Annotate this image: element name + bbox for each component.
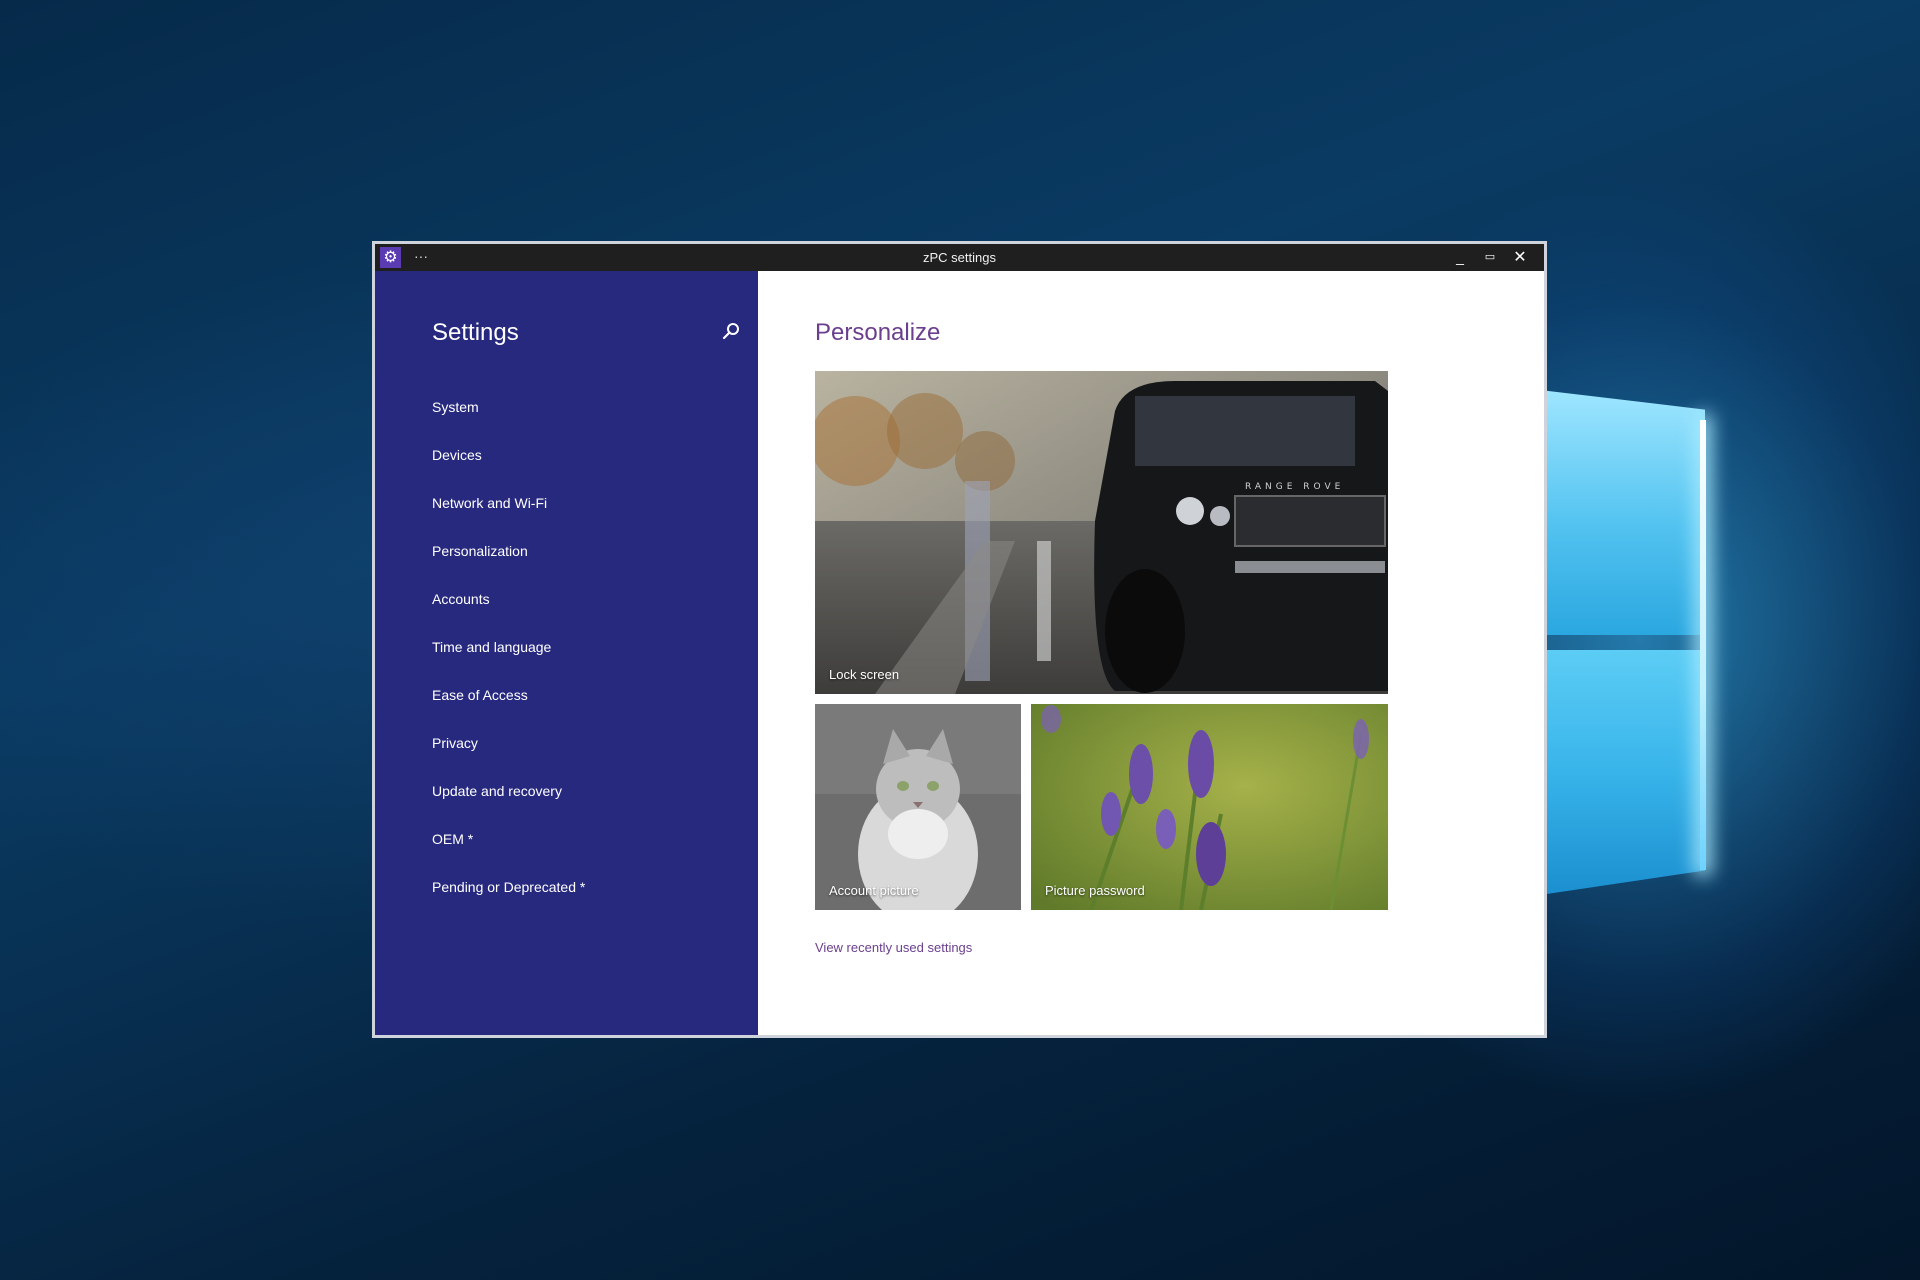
windows-logo-pane-top [1540,390,1705,635]
sidebar-title: Settings [432,319,519,346]
nav-list: System Devices Network and Wi-Fi Persona… [432,398,585,926]
sidebar: Settings System Devices Network and Wi-F… [375,271,758,1035]
picture-password-label: Picture password [1045,883,1145,898]
sidebar-item-network[interactable]: Network and Wi-Fi [432,494,585,542]
picture-password-tile[interactable]: Picture password [1031,704,1388,910]
maximize-button[interactable]: ▭ [1476,244,1504,271]
sidebar-item-privacy[interactable]: Privacy [432,734,585,782]
sidebar-item-devices[interactable]: Devices [432,446,585,494]
vehicle-badge-text: RANGE ROVE [1245,482,1344,492]
sidebar-item-update-recovery[interactable]: Update and recovery [432,782,585,830]
lock-screen-tile[interactable]: RANGE ROVE Lock screen [815,371,1388,694]
picture-password-image [1031,704,1388,910]
main-content: Personalize RANGE ROVE Lock screen Accou… [758,271,1544,1035]
minimize-button[interactable]: _ [1446,244,1474,271]
close-button[interactable]: ✕ [1506,244,1534,271]
search-icon[interactable] [720,321,742,343]
account-picture-label: Account picture [829,883,919,898]
window-title: zPC settings [923,250,996,265]
account-picture-image [815,704,1021,910]
sidebar-item-time-language[interactable]: Time and language [432,638,585,686]
page-title: Personalize [815,319,941,346]
lock-screen-image: RANGE ROVE [815,371,1388,694]
sidebar-item-system[interactable]: System [432,398,585,446]
title-bar: ⚙ ··· zPC settings _ ▭ ✕ [375,244,1544,271]
sidebar-item-pending-deprecated[interactable]: Pending or Deprecated * [432,878,585,926]
lock-screen-label: Lock screen [829,667,900,682]
windows-logo-pane-bottom [1540,650,1705,895]
view-recent-settings-link[interactable]: View recently used settings [815,940,972,955]
sidebar-item-ease-of-access[interactable]: Ease of Access [432,686,585,734]
account-picture-tile[interactable]: Account picture [815,704,1021,910]
windows-logo-glow-edge [1700,420,1706,870]
settings-window: ⚙ ··· zPC settings _ ▭ ✕ Settings System… [372,241,1547,1038]
sidebar-item-accounts[interactable]: Accounts [432,590,585,638]
sidebar-item-personalization[interactable]: Personalization [432,542,585,590]
sidebar-item-oem[interactable]: OEM * [432,830,585,878]
